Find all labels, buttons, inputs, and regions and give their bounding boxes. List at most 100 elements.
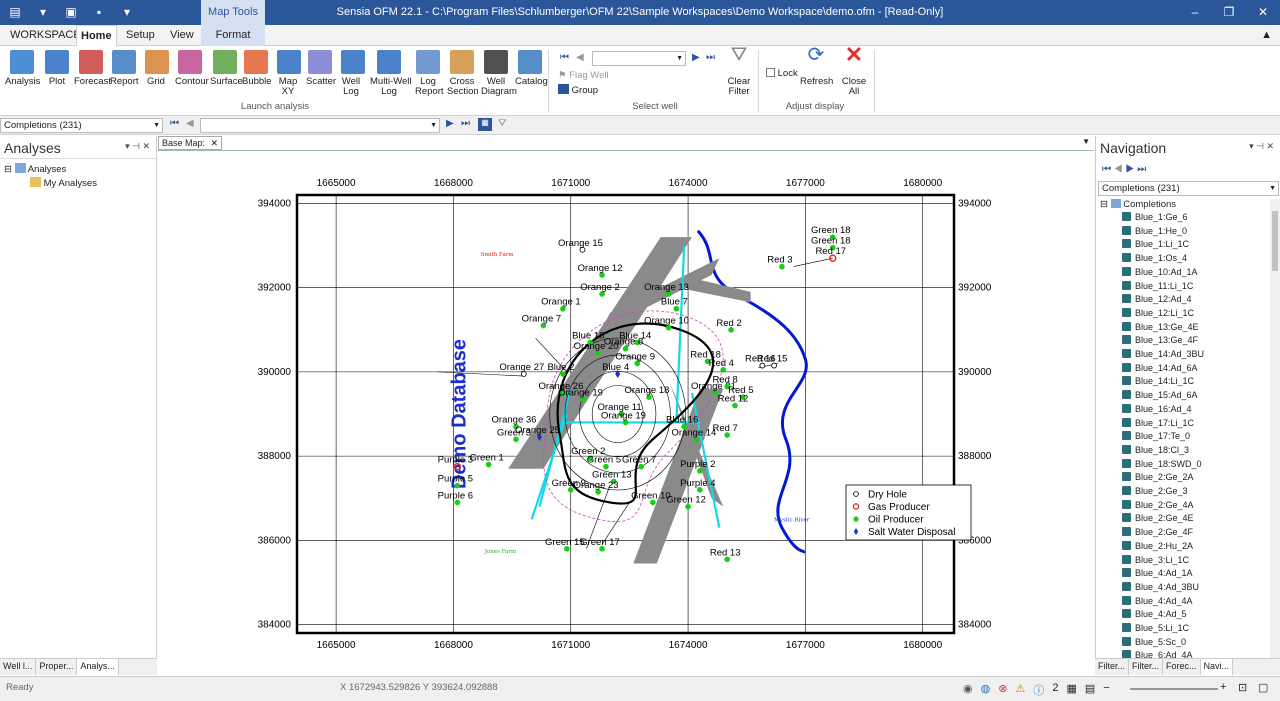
first-well-icon[interactable]: ⏮ <box>560 52 569 63</box>
completion-item[interactable]: Blue_17:Li_1C <box>1122 417 1194 428</box>
tab-properties[interactable]: Proper... <box>36 659 78 675</box>
completion-item[interactable]: Blue_5:Li_1C <box>1122 623 1189 633</box>
grid-button[interactable]: Grid <box>145 50 169 87</box>
clear-filter-button[interactable]: ⛛ Clear Filter <box>724 45 754 97</box>
tab-format[interactable]: Format <box>201 25 265 46</box>
first-item-icon[interactable]: ⏮ <box>170 118 179 129</box>
completion-item[interactable]: Blue_16:Ad_4 <box>1122 403 1192 414</box>
completion-item[interactable]: Blue_18:Cl_3 <box>1122 444 1189 455</box>
group-toggle-icon[interactable]: ▦ <box>478 118 492 131</box>
completion-item[interactable]: Blue_2:Ge_4F <box>1122 527 1193 537</box>
completion-item[interactable]: Blue_10:Ad_1A <box>1122 266 1198 277</box>
completions-combo[interactable]: Completions (231) ▼ <box>0 118 163 133</box>
panel-options-icon[interactable]: ▾ ⊣ ✕ <box>1249 141 1274 152</box>
tab-filter-1[interactable]: Filter... <box>1095 659 1130 675</box>
tree-item-completions[interactable]: ⊟ Completions <box>1100 199 1176 210</box>
completion-item[interactable]: Blue_11:Li_1C <box>1122 280 1193 291</box>
globe-icon[interactable]: ◍ <box>981 682 991 698</box>
completion-item[interactable]: Blue_2:Ge_4E <box>1122 513 1194 523</box>
fullscreen-icon[interactable]: ▢ <box>1258 681 1268 694</box>
completion-item[interactable]: Blue_13:Ge_4F <box>1122 335 1198 345</box>
completion-item[interactable]: Blue_4:Ad_3BU <box>1122 581 1199 592</box>
completion-item[interactable]: Blue_17:Te_0 <box>1122 431 1190 441</box>
tab-workspace[interactable]: WORKSPACE <box>6 25 85 46</box>
completion-item[interactable]: Blue_14:Li_1C <box>1122 376 1194 386</box>
well-select-combo[interactable]: ▼ <box>592 51 686 66</box>
completion-item[interactable]: Blue_1:Os_4 <box>1122 253 1187 263</box>
completion-item[interactable]: Blue_5:Sc_0 <box>1122 636 1186 647</box>
scroll-thumb[interactable] <box>1272 211 1278 271</box>
multi-well-log-button[interactable]: Multi-Well Log <box>370 50 412 97</box>
tab-navigation[interactable]: Navi... <box>1200 659 1234 675</box>
tab-forecast[interactable]: Forec... <box>1163 659 1201 675</box>
completion-item[interactable]: Blue_6:Ad_4A <box>1122 650 1193 658</box>
tab-view[interactable]: View <box>166 25 198 46</box>
next-well-icon[interactable]: ▶ <box>692 52 700 63</box>
filter-small-icon[interactable]: ⛛ <box>498 118 506 129</box>
tab-analyses[interactable]: Analys... <box>77 659 119 675</box>
zoom-in-icon[interactable]: + <box>1220 681 1226 693</box>
doc-menu-icon[interactable]: ▼ <box>1082 137 1090 146</box>
close-all-button[interactable]: ✕ Close All <box>840 44 868 97</box>
close-icon[interactable]: ✕ <box>1246 0 1280 25</box>
completion-item[interactable]: Blue_12:Li_1C <box>1122 307 1194 318</box>
nav-prev-icon[interactable]: ◀ <box>1114 164 1123 175</box>
prev-item-icon[interactable]: ◀ <box>186 118 194 129</box>
completion-item[interactable]: Blue_1:He_0 <box>1122 225 1187 236</box>
completion-item[interactable]: Blue_3:Li_1C <box>1122 554 1189 565</box>
completion-item[interactable]: Blue_4:Ad_5 <box>1122 609 1187 619</box>
error-icon[interactable]: ⊗ <box>998 682 1007 698</box>
nav-last-icon[interactable]: ⏭ <box>1137 164 1146 175</box>
completion-item[interactable]: Blue_13:Ge_4E <box>1122 321 1199 332</box>
completion-item[interactable]: Blue_2:Ge_3 <box>1122 486 1188 496</box>
layout-icon[interactable]: ▦ <box>1066 682 1076 698</box>
map-xy-button[interactable]: Map XY <box>277 50 301 97</box>
surface-button[interactable]: Surface <box>210 50 243 87</box>
well-combo[interactable]: ▼ <box>200 118 440 133</box>
collapse-ribbon-icon[interactable]: ▲ <box>1257 25 1276 46</box>
last-well-icon[interactable]: ⏭ <box>706 52 715 63</box>
tab-setup[interactable]: Setup <box>122 25 159 46</box>
completion-item[interactable]: Blue_1:Ge_6 <box>1122 212 1188 222</box>
nav-next-icon[interactable]: ▶ <box>1125 164 1134 175</box>
report-button[interactable]: Report <box>110 50 139 87</box>
scatter-button[interactable]: Scatter <box>306 50 336 87</box>
analysis-button[interactable]: Analysis <box>5 50 40 87</box>
tab-filter-2[interactable]: Filter... <box>1129 659 1164 675</box>
log-report-button[interactable]: Log Report <box>415 50 444 97</box>
tree-item-my-analyses[interactable]: My Analyses <box>30 177 97 189</box>
tab-home[interactable]: Home <box>76 25 117 47</box>
minimize-icon[interactable]: – <box>1178 0 1212 25</box>
cross-section-button[interactable]: Cross Section <box>447 50 479 97</box>
warning-icon[interactable]: ⚠ <box>1015 682 1025 698</box>
info-icon[interactable]: ⓘ <box>1033 682 1044 698</box>
grid-view-icon[interactable]: ▤ <box>1085 682 1095 698</box>
completion-item[interactable]: Blue_4:Ad_4A <box>1122 595 1193 606</box>
refresh-button[interactable]: ⟳ Refresh <box>800 45 833 87</box>
completion-item[interactable]: Blue_4:Ad_1A <box>1122 568 1193 578</box>
forecast-button[interactable]: Forecast <box>74 50 111 87</box>
tree-item-analyses[interactable]: ⊟ Analyses <box>4 163 66 175</box>
well-diagram-button[interactable]: Well Diagram <box>481 50 517 97</box>
completion-item[interactable]: Blue_15:Ad_6A <box>1122 390 1198 400</box>
lock-checkbox[interactable]: Lock <box>766 68 798 79</box>
next-item-icon[interactable]: ▶ <box>446 118 454 129</box>
completion-item[interactable]: Blue_2:Ge_2A <box>1122 472 1194 482</box>
plot-button[interactable]: Plot <box>44 50 70 87</box>
nav-scrollbar[interactable] <box>1270 199 1280 658</box>
completion-item[interactable]: Blue_2:Ge_4A <box>1122 499 1194 510</box>
record-icon[interactable]: ◉ <box>963 682 973 698</box>
nav-completions-combo[interactable]: Completions (231) ▼ <box>1098 181 1279 196</box>
tab-well-list[interactable]: Well l... <box>0 659 37 675</box>
zoom-out-icon[interactable]: − <box>1103 682 1109 698</box>
flag-well-button[interactable]: ⚑ Flag Well <box>558 70 609 81</box>
bubble-button[interactable]: Bubble <box>242 50 272 87</box>
fit-icon[interactable]: ⊡ <box>1238 681 1247 694</box>
well-log-button[interactable]: Well Log <box>341 50 365 97</box>
last-item-icon[interactable]: ⏭ <box>461 118 470 129</box>
base-map-tab[interactable]: Base Map: ✕ <box>158 136 222 150</box>
zoom-slider[interactable] <box>1130 688 1218 690</box>
completion-item[interactable]: Blue_2:Hu_2A <box>1122 540 1193 551</box>
catalog-button[interactable]: Catalog <box>515 50 548 87</box>
contour-button[interactable]: Contour <box>175 50 209 87</box>
